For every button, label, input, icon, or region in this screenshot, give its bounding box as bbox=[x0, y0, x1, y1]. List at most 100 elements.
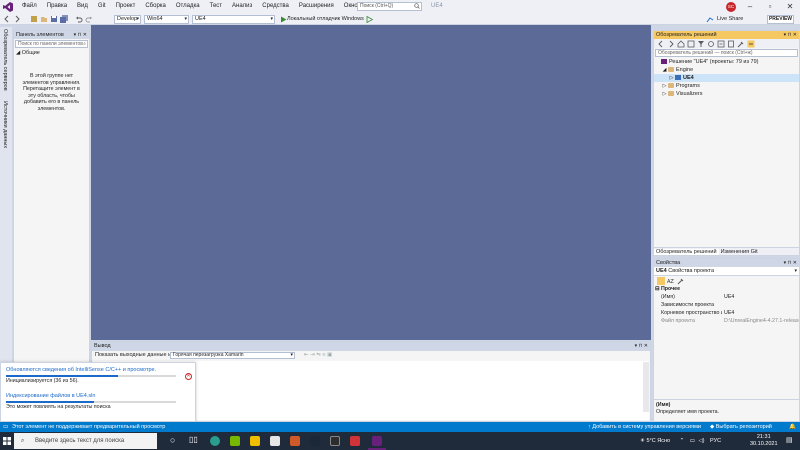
maximize-button[interactable]: ▫ bbox=[760, 0, 780, 13]
minimize-button[interactable]: – bbox=[740, 0, 760, 13]
undo-icon[interactable] bbox=[75, 15, 83, 23]
configuration-select[interactable]: Develop ▾ bbox=[114, 15, 141, 24]
output-scrollbar[interactable] bbox=[643, 362, 649, 412]
menu-edit[interactable]: Правка bbox=[42, 0, 72, 13]
menu-extensions[interactable]: Расширения bbox=[294, 0, 339, 13]
app-icon[interactable] bbox=[290, 436, 300, 446]
menu-analyze[interactable]: Анализ bbox=[227, 0, 257, 13]
edge-icon[interactable] bbox=[210, 436, 220, 446]
notifications-bell-icon[interactable]: 🔔 bbox=[789, 422, 796, 432]
live-share-button[interactable]: Live Share bbox=[717, 15, 743, 24]
home-icon[interactable] bbox=[677, 39, 685, 48]
indexing-task-title[interactable]: Индексирование файлов в UE4.sln bbox=[1, 393, 195, 400]
forward-icon[interactable] bbox=[667, 40, 675, 48]
preview-selected-items-icon[interactable] bbox=[747, 40, 755, 48]
property-category[interactable]: ⊟ Прочее bbox=[654, 285, 799, 293]
cancel-task-icon[interactable]: ✕ bbox=[185, 373, 192, 380]
toolbox-search-input[interactable]: Поиск по панели элементов ⌕ bbox=[15, 40, 88, 48]
preview-badge[interactable]: PREVIEW bbox=[767, 15, 794, 24]
menu-project[interactable]: Проект bbox=[111, 0, 141, 13]
epic-games-icon[interactable] bbox=[330, 436, 340, 446]
property-row[interactable]: Зависимости проекта bbox=[654, 301, 799, 309]
panel-options-icon[interactable]: ▾ ⊓ ✕ bbox=[635, 342, 648, 351]
visual-studio-icon[interactable] bbox=[372, 436, 382, 446]
steam-icon[interactable] bbox=[310, 436, 320, 446]
tree-item-solution[interactable]: Решение "UE4" (проекты: 79 из 79) bbox=[654, 58, 799, 66]
property-pages-icon[interactable] bbox=[677, 277, 685, 285]
collapse-all-icon[interactable] bbox=[717, 40, 725, 48]
expand-right-icon[interactable]: ▷ bbox=[668, 74, 675, 82]
menu-tools[interactable]: Средства bbox=[257, 0, 294, 13]
weather-text[interactable]: 5°C Ясно bbox=[646, 438, 670, 444]
intellisense-task-title[interactable]: Обновляются сведения об IntelliSense C/C… bbox=[1, 367, 195, 374]
volume-icon[interactable]: ◁) bbox=[698, 438, 704, 444]
panel-options-icon[interactable]: ▾ ⊓ ✕ bbox=[784, 31, 797, 39]
tray-overflow-icon[interactable]: ⌃ bbox=[680, 438, 685, 444]
menu-git[interactable]: Git bbox=[93, 0, 111, 13]
select-repository-button[interactable]: ◆ Выбрать репозиторий bbox=[710, 422, 772, 432]
solution-explorer-search-input[interactable]: Обозреватель решений — поиск (Ctrl+ж) bbox=[655, 49, 798, 57]
file-explorer-icon[interactable] bbox=[250, 436, 260, 446]
alphabetical-icon[interactable]: AZ bbox=[667, 277, 675, 285]
startup-project-select[interactable]: UE4 ▾ bbox=[192, 15, 275, 24]
property-row[interactable]: Файл проекта D:\UnrealEngine4-4.27.1-rele… bbox=[654, 317, 799, 325]
save-all-icon[interactable] bbox=[60, 14, 68, 23]
forward-icon[interactable] bbox=[13, 15, 21, 23]
back-icon[interactable] bbox=[657, 40, 665, 48]
menu-test[interactable]: Тест bbox=[205, 0, 227, 13]
add-to-source-control-button[interactable]: ↑ Добавить в систему управления версиями bbox=[588, 422, 701, 432]
start-debugging-icon[interactable] bbox=[280, 16, 287, 23]
network-icon[interactable]: ▭ bbox=[690, 438, 695, 444]
menu-file[interactable]: Файл bbox=[17, 0, 42, 13]
windows-start-icon[interactable] bbox=[3, 437, 11, 445]
menu-debug[interactable]: Отладка bbox=[171, 0, 205, 13]
start-debugging-button[interactable]: Локальный отладчик Windows bbox=[287, 15, 364, 24]
categorized-icon[interactable] bbox=[657, 276, 665, 285]
notification-center-icon[interactable]: ▤ bbox=[786, 436, 793, 444]
menu-view[interactable]: Вид bbox=[72, 0, 93, 13]
taskbar-search-input[interactable]: ⌕ Введите здесь текст для поиска bbox=[14, 433, 157, 449]
language-indicator[interactable]: РУС bbox=[710, 438, 721, 444]
store-icon[interactable] bbox=[270, 436, 280, 446]
cortana-icon[interactable]: ○ bbox=[170, 435, 175, 445]
search-input[interactable]: Поиск (Ctrl+Q) bbox=[357, 2, 422, 11]
editor-area[interactable] bbox=[91, 25, 651, 340]
redo-icon[interactable] bbox=[85, 15, 93, 23]
toolbox-group-general[interactable]: ◢ Общие bbox=[14, 49, 89, 57]
nvidia-icon[interactable] bbox=[230, 436, 240, 446]
expand-right-icon[interactable]: ▷ bbox=[661, 82, 668, 90]
panel-options-icon[interactable]: ▾ ⊓ ✕ bbox=[74, 31, 87, 39]
expand-right-icon[interactable]: ▷ bbox=[661, 90, 668, 98]
start-without-debugging-icon[interactable] bbox=[366, 16, 373, 23]
tab-git-changes[interactable]: Изменения Git bbox=[719, 249, 760, 255]
back-icon[interactable] bbox=[3, 15, 11, 23]
panel-options-icon[interactable]: ▾ ⊓ ✕ bbox=[784, 259, 797, 267]
tree-item-visualizers[interactable]: ▷ Visualizers bbox=[654, 90, 799, 98]
menu-build[interactable]: Сборка bbox=[140, 0, 171, 13]
show-all-files-icon[interactable] bbox=[727, 40, 735, 48]
sync-icon[interactable] bbox=[707, 40, 715, 48]
expand-down-icon[interactable]: ◢ bbox=[661, 66, 668, 74]
new-project-icon[interactable] bbox=[30, 15, 38, 23]
close-button[interactable]: ✕ bbox=[780, 0, 800, 13]
properties-icon[interactable] bbox=[737, 40, 745, 48]
property-row[interactable]: Корневое пространство им UE4 bbox=[654, 309, 799, 317]
tree-item-programs[interactable]: ▷ Programs bbox=[654, 82, 799, 90]
server-explorer-tab[interactable]: Обозреватель серверов bbox=[2, 29, 8, 91]
task-view-icon[interactable]: ▯▯ bbox=[189, 435, 198, 444]
open-file-icon[interactable] bbox=[40, 15, 48, 23]
pending-changes-filter-icon[interactable] bbox=[697, 40, 705, 48]
platform-select[interactable]: Win64 ▾ bbox=[144, 15, 189, 24]
tree-item-engine[interactable]: ◢ Engine bbox=[654, 66, 799, 74]
properties-object-select[interactable]: UE4 Свойства проекта ▾ bbox=[654, 267, 799, 276]
red-app-icon[interactable] bbox=[350, 436, 360, 446]
switch-views-icon[interactable] bbox=[687, 40, 695, 48]
property-row[interactable]: (Имя) UE4 bbox=[654, 293, 799, 301]
data-sources-tab[interactable]: Источники данных bbox=[2, 101, 8, 148]
clock[interactable]: 21:31 30.10.2021 bbox=[750, 434, 778, 448]
tree-item-ue4[interactable]: ▷ UE4 bbox=[654, 74, 799, 82]
save-icon[interactable] bbox=[50, 15, 58, 23]
output-toolbar-icons[interactable]: ⇤ ⇥ ⇋ ≡ ▣ bbox=[304, 351, 332, 360]
tab-solution-explorer[interactable]: Обозреватель решений bbox=[654, 249, 719, 255]
avatar[interactable]: SC bbox=[726, 2, 736, 12]
